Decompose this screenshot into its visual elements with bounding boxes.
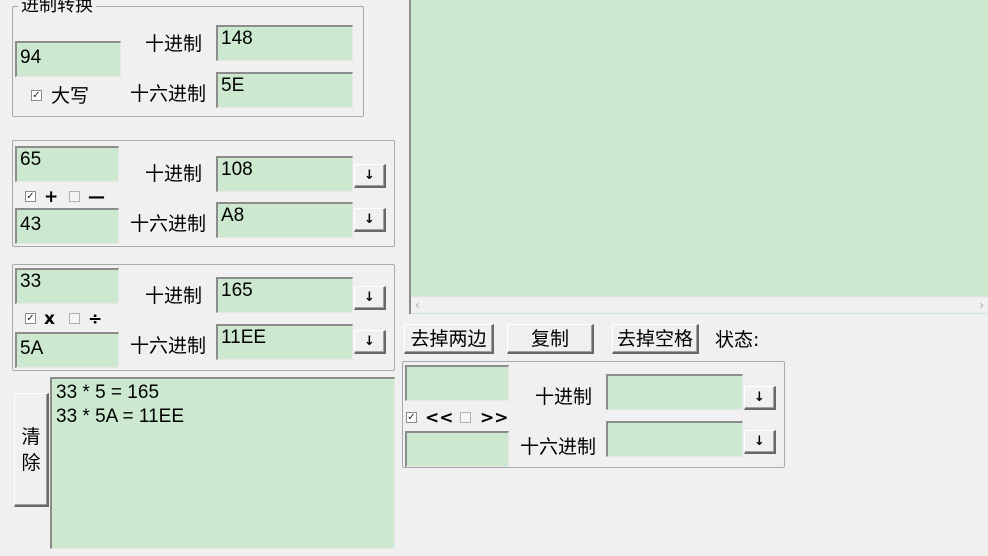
shift-left-label: << [425, 408, 454, 428]
add-input-a[interactable]: 65 [15, 146, 119, 182]
shift-right-checkbox[interactable] [460, 412, 471, 423]
hex-down-button-2[interactable]: ↓ [354, 208, 386, 232]
hex-label-4: 十六进制 [520, 436, 597, 458]
checkmark-icon: ✓ [26, 191, 35, 202]
shift-input-b[interactable] [405, 431, 509, 467]
divide-checkbox[interactable] [69, 313, 80, 324]
status-label: 状态: [715, 329, 760, 351]
minus-label: — [88, 187, 105, 207]
decimal-label-4: 十进制 [535, 386, 593, 408]
decimal-label-3: 十进制 [145, 285, 203, 307]
uppercase-label: 大写 [51, 85, 90, 107]
checkmark-icon: ✓ [32, 90, 41, 101]
clear-label-1: 清 [21, 425, 41, 448]
decimal-down-button-2[interactable]: ↓ [354, 164, 386, 188]
multiply-label: x [44, 309, 55, 329]
text-editor-area[interactable] [409, 0, 988, 314]
plus-checkbox[interactable]: ✓ [25, 191, 36, 202]
scroll-right-icon[interactable]: › [979, 298, 984, 312]
hex-down-button-3[interactable]: ↓ [354, 330, 386, 354]
hex-output-2[interactable]: A8 [216, 202, 353, 238]
plus-label: + [44, 187, 59, 207]
horizontal-scrollbar[interactable]: ‹ › [411, 296, 988, 313]
decimal-output-4[interactable] [606, 374, 743, 410]
add-input-b[interactable]: 43 [15, 208, 119, 244]
mul-input-a[interactable]: 33 [15, 268, 119, 304]
result-log[interactable]: 33 * 5 = 165 33 * 5A = 11EE [50, 377, 395, 549]
mul-input-b[interactable]: 5A [15, 332, 119, 368]
decimal-down-button-3[interactable]: ↓ [354, 286, 386, 310]
clear-button[interactable]: 清 除 [14, 393, 49, 507]
multiply-checkbox[interactable]: ✓ [25, 313, 36, 324]
hex-label-2: 十六进制 [130, 213, 207, 235]
divide-label: ÷ [88, 309, 103, 329]
base-input[interactable]: 94 [15, 41, 121, 77]
shift-right-label: >> [480, 408, 509, 428]
minus-checkbox[interactable] [69, 191, 80, 202]
shift-input-a[interactable] [405, 365, 509, 401]
decimal-output-3[interactable]: 165 [216, 277, 353, 313]
base-conversion-title: 进制转换 [18, 0, 96, 16]
decimal-label-1: 十进制 [145, 33, 203, 55]
uppercase-checkbox[interactable]: ✓ [31, 90, 42, 101]
strip-spaces-button[interactable]: 去掉空格 [612, 324, 699, 354]
clear-label-2: 除 [21, 451, 41, 474]
decimal-output-2[interactable]: 108 [216, 156, 353, 192]
checkmark-icon: ✓ [26, 313, 35, 324]
hex-output-4[interactable] [606, 421, 743, 457]
hex-down-button-4[interactable]: ↓ [744, 430, 776, 454]
hex-output-3[interactable]: 11EE [216, 324, 353, 360]
hex-label-1: 十六进制 [130, 83, 207, 105]
decimal-label-2: 十进制 [145, 163, 203, 185]
copy-button[interactable]: 复制 [507, 324, 594, 354]
shift-left-checkbox[interactable]: ✓ [406, 412, 417, 423]
scroll-left-icon[interactable]: ‹ [415, 298, 420, 312]
hex-label-3: 十六进制 [130, 335, 207, 357]
decimal-down-button-4[interactable]: ↓ [744, 386, 776, 410]
hex-output-1[interactable]: 5E [216, 72, 353, 108]
strip-edges-button[interactable]: 去掉两边 [404, 324, 494, 354]
decimal-output-1[interactable]: 148 [216, 25, 353, 61]
checkmark-icon: ✓ [407, 412, 416, 423]
